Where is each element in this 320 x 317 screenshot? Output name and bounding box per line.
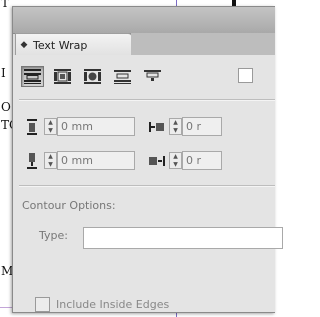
include-inside-edges-label: Include Inside Edges [56,298,170,311]
wrap-options-row [21,64,164,88]
right-offset-stepper[interactable]: ▲ ▼ [169,152,182,169]
right-offset-control: ▲ ▼ 0 r [148,151,222,170]
wrap-around-object-shape-button[interactable] [81,66,104,87]
bottom-offset-icon [23,152,41,169]
left-offset-control: ▲ ▼ 0 r [148,117,222,136]
type-label: Type: [39,229,68,242]
panel-body: ▲ ▼ 0 mm ▲ ▼ 0 r ▲ ▼ 0 mm ▲ ▼ 0 r Contou… [13,55,283,312]
right-offset-icon [148,153,166,169]
jump-to-next-column-button[interactable] [141,66,164,87]
contour-type-select[interactable] [83,227,283,249]
contour-options-label: Contour Options: [22,199,116,212]
bottom-offset-stepper[interactable]: ▲ ▼ [44,152,57,169]
document-text-fragment: O [1,100,11,114]
jump-object-icon [114,69,131,84]
tab-strip [131,33,275,56]
no-text-wrap-button[interactable] [21,65,44,87]
include-inside-edges-checkbox[interactable] [35,297,50,312]
top-offset-field[interactable]: 0 mm [57,117,135,136]
left-offset-field[interactable]: 0 r [182,117,222,136]
object-shape-wrap-icon [84,68,101,84]
bottom-offset-field[interactable]: 0 mm [57,151,135,170]
jump-object-button[interactable] [111,66,134,87]
left-offset-stepper[interactable]: ▲ ▼ [169,118,182,135]
right-offset-field[interactable]: 0 r [182,151,222,170]
wrap-around-bounding-box-button[interactable] [51,66,74,87]
no-wrap-icon [24,68,41,84]
top-offset-stepper[interactable]: ▲ ▼ [44,118,57,135]
invert-checkbox[interactable] [238,68,253,83]
jump-column-icon [144,69,161,81]
divider [19,185,275,187]
panel-title: Text Wrap [33,38,88,52]
text-wrap-panel: ◆ Text Wrap ▲ ▼ 0 mm ▲ ▼ 0 r ▲ ▼ 0 mm ▲ … [12,6,283,313]
left-offset-icon [148,119,166,135]
bottom-offset-control: ▲ ▼ 0 mm [23,151,135,170]
diamond-arrows-icon[interactable]: ◆ [16,40,32,50]
top-offset-control: ▲ ▼ 0 mm [23,117,135,136]
document-text-fragment: T [1,0,10,10]
divider [19,99,275,101]
panel-title-bar[interactable] [13,7,275,34]
tab-text-wrap[interactable]: ◆ Text Wrap [15,33,133,56]
document-text-fragment: I [1,66,6,80]
top-offset-icon [23,118,41,135]
bounding-box-wrap-icon [54,68,71,84]
